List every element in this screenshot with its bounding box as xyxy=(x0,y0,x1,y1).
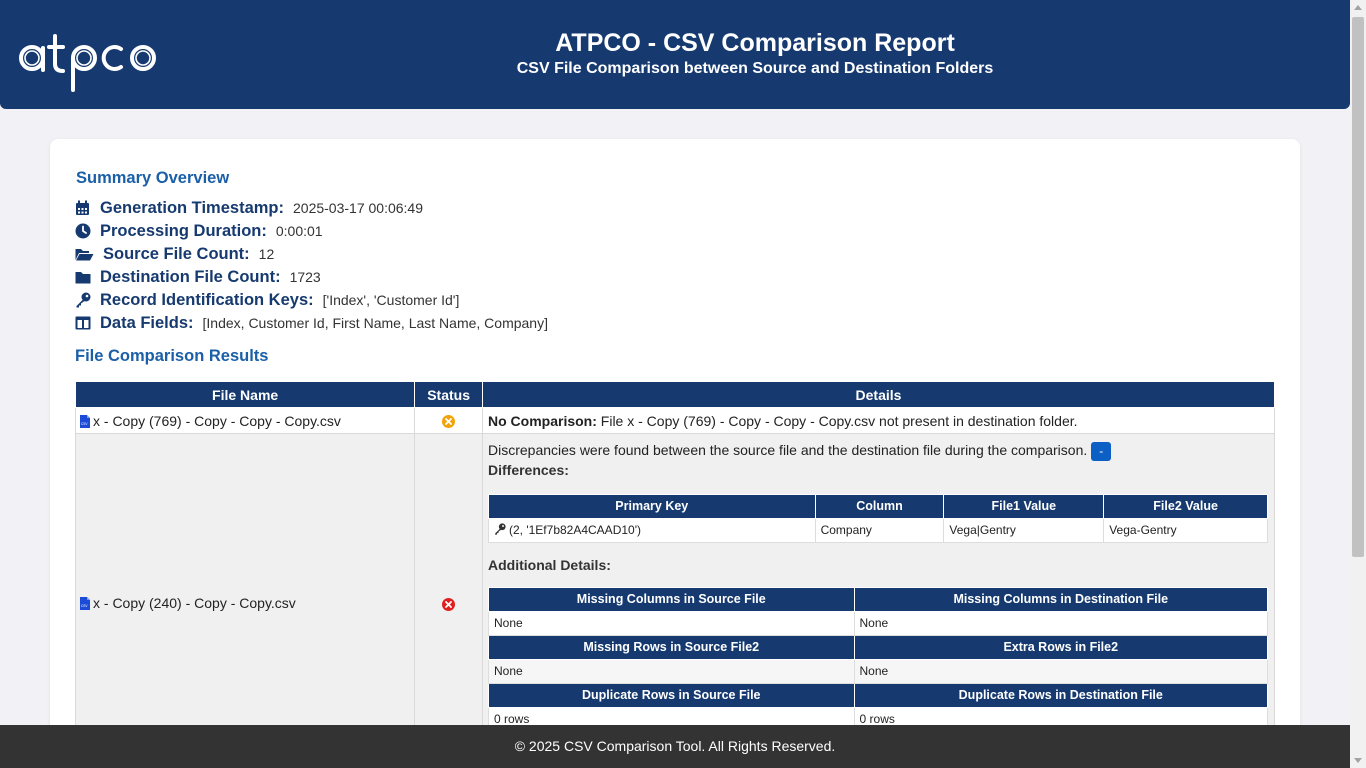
summary-item-keys: Record Identification Keys: ['Index', 'C… xyxy=(75,289,459,311)
summary-item-timestamp: Generation Timestamp: 2025-03-17 00:06:4… xyxy=(75,197,423,219)
generation-timestamp-value: 2025-03-17 00:06:49 xyxy=(293,200,423,216)
file-name-cell: CSV x - Copy (769) - Copy - Copy - Copy.… xyxy=(74,407,416,434)
details-cell: Discrepancies were found between the sou… xyxy=(482,433,1275,768)
file-comparison-table: File Name Status Details CSV x - Copy (7… xyxy=(74,381,1275,768)
results-heading: File Comparison Results xyxy=(75,347,269,365)
svg-text:CSV: CSV xyxy=(81,422,88,426)
destination-file-count-value: 1723 xyxy=(289,269,321,285)
duplicate-rows-source-header: Duplicate Rows in Source File xyxy=(488,682,855,708)
discrepancy-message: Discrepancies were found between the sou… xyxy=(488,442,1088,458)
report-subtitle: CSV File Comparison between Source and D… xyxy=(516,60,994,77)
diff-file1-value-cell: Vega|Gentry xyxy=(943,517,1105,543)
summary-item-destination-count: Destination File Count: 1723 xyxy=(75,266,321,288)
missing-columns-destination-header: Missing Columns in Destination File xyxy=(853,586,1269,612)
column-header-file-name: File Name xyxy=(74,381,416,408)
diff-column-cell: Company xyxy=(814,517,945,543)
scrollbar-thumb[interactable] xyxy=(1352,17,1364,557)
key-icon xyxy=(494,523,506,535)
clock-icon xyxy=(75,223,91,239)
column-header-status: Status xyxy=(414,381,483,408)
atpco-logo xyxy=(18,28,173,92)
scroll-up-arrow-icon[interactable] xyxy=(1354,5,1362,10)
missing-rows-source-value: None xyxy=(488,658,855,684)
table-row: CSV x - Copy (240) - Copy - Copy.csv Dis… xyxy=(74,433,1275,768)
missing-columns-source-value: None xyxy=(488,610,855,636)
footer-copyright: © 2025 CSV Comparison Tool. All Rights R… xyxy=(514,738,836,754)
table-row: None None xyxy=(488,610,1269,636)
missing-columns-source-header: Missing Columns in Source File xyxy=(488,586,855,612)
summary-heading: Summary Overview xyxy=(76,169,230,187)
differences-table: Primary Key Column File1 Value File2 Val… xyxy=(488,493,1268,543)
diff-file2-value-cell: Vega-Gentry xyxy=(1103,517,1268,543)
warning-status-icon xyxy=(442,415,456,429)
collapse-details-button[interactable]: - xyxy=(1091,441,1112,461)
missing-rows-source-header: Missing Rows in Source File2 xyxy=(488,634,855,660)
additional-details-label: Additional Details: xyxy=(488,556,611,573)
details-cell: No Comparison: File x - Copy (769) - Cop… xyxy=(482,407,1275,434)
extra-rows-header: Extra Rows in File2 xyxy=(853,634,1269,660)
table-row: CSV x - Copy (769) - Copy - Copy - Copy.… xyxy=(74,407,1275,434)
processing-duration-value: 0:00:01 xyxy=(275,223,323,239)
vertical-scrollbar[interactable] xyxy=(1350,0,1366,768)
status-cell xyxy=(414,407,483,434)
source-file-count-value: 12 xyxy=(258,246,275,262)
diff-header-primary-key: Primary Key xyxy=(488,493,816,519)
folder-icon xyxy=(75,269,91,285)
summary-item-source-count: Source File Count: 12 xyxy=(75,243,274,265)
page-header: ATPCO - CSV Comparison Report CSV File C… xyxy=(0,0,1350,109)
summary-item-duration: Processing Duration: 0:00:01 xyxy=(75,220,323,242)
table-row: None None xyxy=(488,658,1269,684)
duplicate-rows-destination-header: Duplicate Rows in Destination File xyxy=(853,682,1269,708)
svg-text:CSV: CSV xyxy=(81,604,88,608)
csv-file-icon: CSV xyxy=(80,414,90,428)
report-title: ATPCO - CSV Comparison Report xyxy=(555,29,955,57)
diff-header-column: Column xyxy=(814,493,945,519)
column-header-details: Details xyxy=(482,381,1275,408)
scroll-down-arrow-icon[interactable] xyxy=(1354,758,1362,763)
record-keys-value: ['Index', 'Customer Id'] xyxy=(322,292,460,308)
file-name-cell: CSV x - Copy (240) - Copy - Copy.csv xyxy=(74,433,416,768)
diff-header-file1-value: File1 Value xyxy=(943,493,1105,519)
differences-label: Differences: xyxy=(488,461,569,478)
calendar-icon xyxy=(75,200,91,216)
csv-file-icon: CSV xyxy=(80,596,90,610)
extra-rows-value: None xyxy=(853,658,1269,684)
summary-item-data-fields: Data Fields: [Index, Customer Id, First … xyxy=(75,312,548,334)
missing-columns-destination-value: None xyxy=(853,610,1269,636)
additional-details-table: Missing Columns in Source File Missing C… xyxy=(488,586,1269,732)
page-footer: © 2025 CSV Comparison Tool. All Rights R… xyxy=(0,725,1350,768)
error-status-icon xyxy=(442,597,456,611)
diff-primary-key-cell: (2, '1Ef7b82A4CAAD10') xyxy=(488,517,816,543)
table-row: (2, '1Ef7b82A4CAAD10') Company Vega|Gent… xyxy=(488,517,1268,543)
key-icon xyxy=(75,292,91,308)
columns-icon xyxy=(75,315,91,331)
diff-header-file2-value: File2 Value xyxy=(1103,493,1268,519)
folder-open-icon xyxy=(75,246,94,262)
status-cell xyxy=(414,433,483,768)
data-fields-value: [Index, Customer Id, First Name, Last Na… xyxy=(202,315,548,331)
